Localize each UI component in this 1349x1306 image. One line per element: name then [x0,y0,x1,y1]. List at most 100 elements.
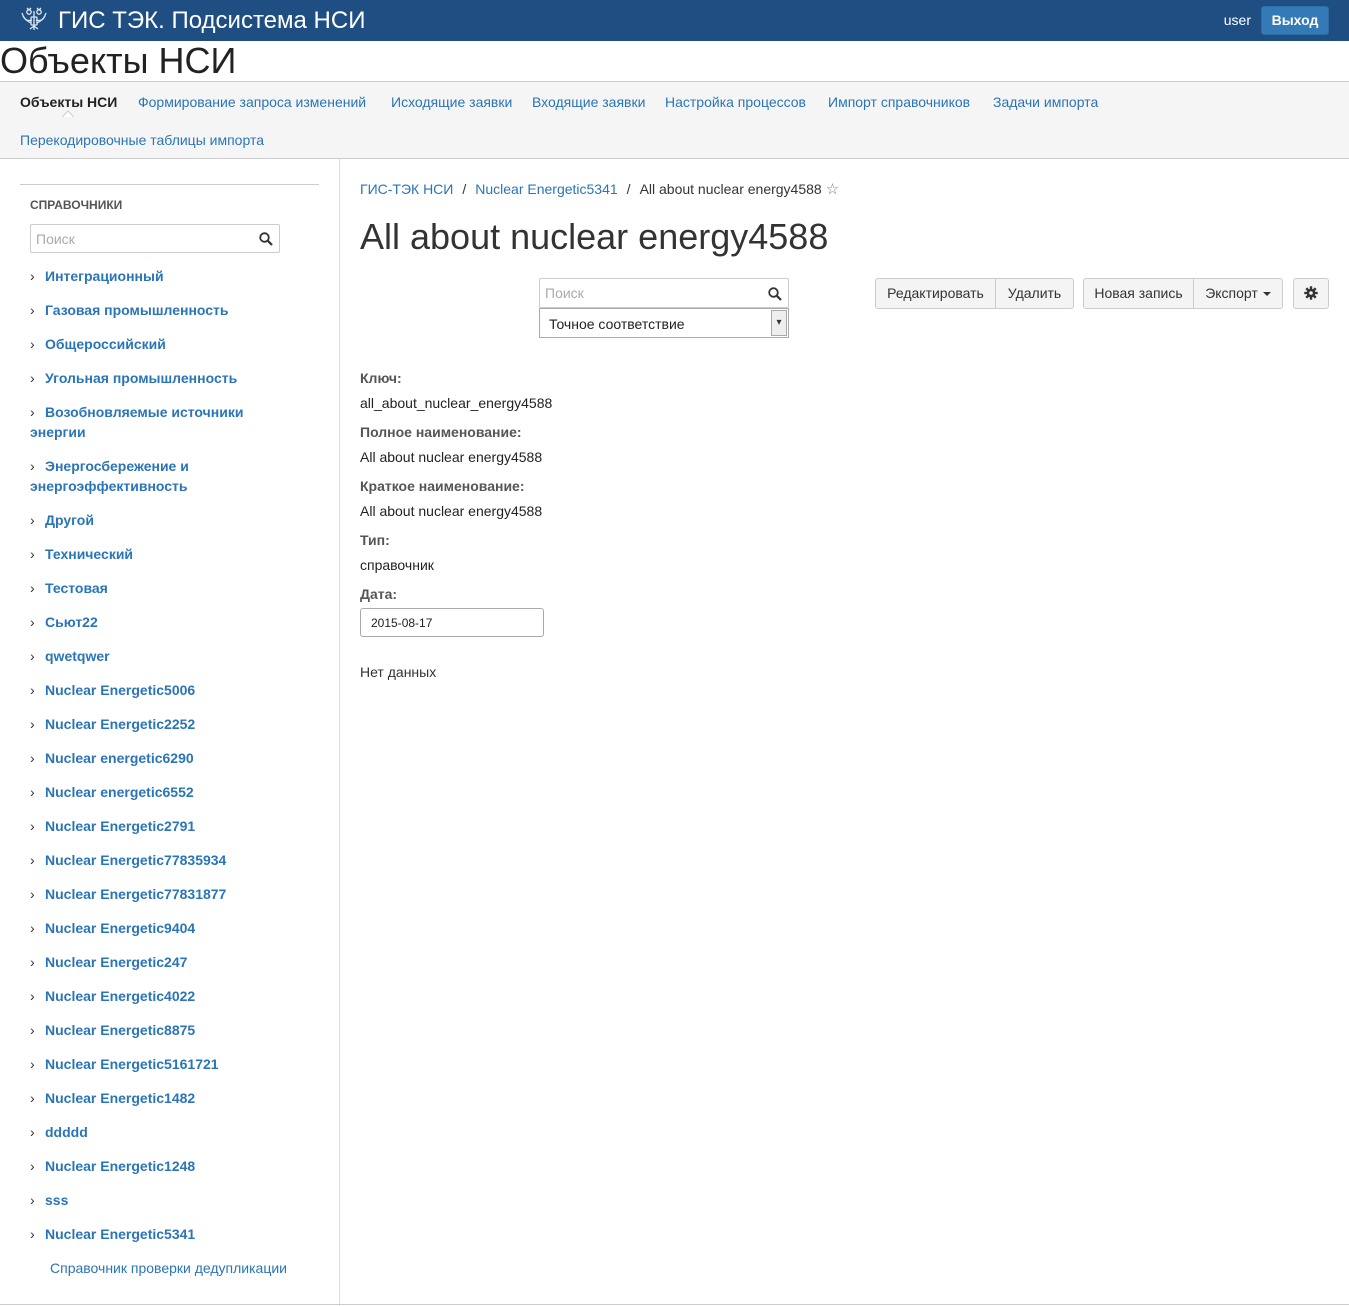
sidebar-item-other[interactable]: › Другой [30,510,320,530]
chevron-right-icon: › [30,1056,35,1072]
chevron-right-icon: › [30,580,35,596]
chevron-right-icon: › [30,750,35,766]
active-tab-caret-icon [62,110,74,117]
no-data-message: Нет данных [360,664,437,680]
sidebar-item-nuclear-energetic4022[interactable]: › Nuclear Energetic4022 [30,986,320,1006]
sidebar-item-label: Возобновляемые источники энергии [30,404,244,440]
chevron-right-icon: › [30,988,35,1004]
sidebar-section-title: СПРАВОЧНИКИ [30,198,123,212]
match-mode-select[interactable]: Точное соответствие ▾ [539,308,789,338]
breadcrumb: ГИС-ТЭК НСИ / Nuclear Energetic5341 / All ab… [360,181,839,198]
sidebar-item-nuclear-energetic2791[interactable]: › Nuclear Energetic2791 [30,816,320,836]
logout-button[interactable]: Выход [1261,6,1329,35]
chevron-right-icon: › [30,682,35,698]
chevron-right-icon: › [30,268,35,284]
sidebar-item-nuclear-energetic9404[interactable]: › Nuclear Energetic9404 [30,918,320,938]
breadcrumb-separator: / [462,181,467,197]
sidebar-item-label: Nuclear energetic6552 [45,784,194,800]
date-input[interactable] [361,609,543,636]
sidebar-item-nuclear-energetic1482[interactable]: › Nuclear Energetic1482 [30,1088,320,1108]
search-icon[interactable] [768,287,782,301]
sidebar-item-label: Nuclear Energetic5341 [45,1226,196,1242]
search-icon[interactable] [259,232,273,246]
nav-item-recoding-tables[interactable]: Перекодировочные таблицы импорта [20,132,264,148]
app-title: ГИС ТЭК. Подсистема НСИ [58,7,366,34]
sidebar-item-label: Nuclear Energetic5006 [45,682,196,698]
type-label: Тип: [360,532,390,548]
sidebar-item-coal-industry[interactable]: › Угольная промышленность [30,368,320,388]
sidebar-item-label: Nuclear Energetic77831877 [45,886,227,902]
records-search-field [539,278,789,308]
sidebar-item-label: Угольная промышленность [45,370,238,386]
caret-down-icon [1262,292,1271,297]
export-dropdown-button[interactable]: Экспорт [1194,278,1283,309]
export-button-label: Экспорт [1205,285,1258,301]
settings-button[interactable] [1293,278,1329,309]
sidebar-item-gas-industry[interactable]: › Газовая промышленность [30,300,320,320]
breadcrumb-separator: / [626,181,631,197]
short-name-label: Краткое наименование: [360,478,525,494]
chevron-right-icon: › [30,954,35,970]
nav-item-nsi-objects[interactable]: Объекты НСИ [20,94,117,110]
sidebar-item-dedup-check[interactable]: Справочник проверки дедупликации [50,1258,287,1278]
sidebar-item-nuclear-energetic77835934[interactable]: › Nuclear Energetic77835934 [30,850,320,870]
key-label: Ключ: [360,370,402,386]
delete-button[interactable]: Удалить [996,278,1074,309]
sidebar-item-label: Nuclear Energetic9404 [45,920,196,936]
sidebar-item-all-russian[interactable]: › Общероссийский [30,334,320,354]
sidebar-item-integration[interactable]: › Интеграционный [30,266,320,286]
nav-item-dictionary-import[interactable]: Импорт справочников [828,94,970,110]
sidebar-item-renewable-sources[interactable]: › Возобновляемые источники энергии [30,402,270,442]
records-search-input[interactable] [540,279,788,307]
star-icon[interactable]: ☆ [826,181,839,198]
sidebar-item-sss[interactable]: › sss [30,1190,320,1210]
sidebar-item-label: sss [45,1192,69,1208]
chevron-right-icon: › [30,716,35,732]
sidebar-item-qwetqwer[interactable]: › qwetqwer [30,646,320,666]
sidebar-item-nuclear-energetic2252[interactable]: › Nuclear Energetic2252 [30,714,320,734]
nav-item-outgoing-requests[interactable]: Исходящие заявки [391,94,512,110]
sidebar-item-nuclear-energetic8875[interactable]: › Nuclear Energetic8875 [30,1020,320,1040]
full-name-value: All about nuclear energy4588 [360,449,543,465]
sidebar-item-ddddd[interactable]: › ddddd [30,1122,320,1142]
sidebar-item-label: Nuclear Energetic77835934 [45,852,227,868]
sidebar-item-nuclear-energetic6552[interactable]: › Nuclear energetic6552 [30,782,320,802]
sidebar-item-nuclear-energetic5341[interactable]: › Nuclear Energetic5341 [30,1224,320,1244]
chevron-right-icon: › [30,512,35,528]
sidebar-item-suite22[interactable]: › Сьют22 [30,612,320,632]
sidebar-item-label: Общероссийский [45,336,166,352]
gear-icon [1304,286,1318,300]
breadcrumb-parent-link[interactable]: Nuclear Energetic5341 [475,181,617,197]
breadcrumb-root-link[interactable]: ГИС-ТЭК НСИ [360,181,453,197]
sidebar-item-technical[interactable]: › Технический [30,544,320,564]
top-bar: ГИС ТЭК. Подсистема НСИ user Выход [0,0,1349,41]
entity-title: All about nuclear energy4588 [360,216,829,257]
sidebar-item-nuclear-energetic6290[interactable]: › Nuclear energetic6290 [30,748,320,768]
nav-item-incoming-requests[interactable]: Входящие заявки [532,94,645,110]
chevron-right-icon: › [30,648,35,664]
sidebar: СПРАВОЧНИКИ › Интеграционный › Газовая про… [0,159,340,1306]
chevron-right-icon: › [30,1192,35,1208]
sidebar-item-nuclear-energetic5161721[interactable]: › Nuclear Energetic5161721 [30,1054,320,1074]
nav-item-import-tasks[interactable]: Задачи импорта [993,94,1098,110]
sidebar-item-nuclear-energetic5006[interactable]: › Nuclear Energetic5006 [30,680,320,700]
sidebar-item-nuclear-energetic77831877[interactable]: › Nuclear Energetic77831877 [30,884,320,904]
edit-button[interactable]: Редактировать [875,278,996,309]
main-nav: Объекты НСИ Формирование запроса изменен… [0,82,1349,159]
sidebar-item-nuclear-energetic1248[interactable]: › Nuclear Energetic1248 [30,1156,320,1176]
sidebar-item-nuclear-energetic247[interactable]: › Nuclear Energetic247 [30,952,320,972]
sidebar-search-input[interactable] [31,225,279,252]
chevron-right-icon: › [30,546,35,562]
nav-item-process-settings[interactable]: Настройка процессов [665,94,806,110]
sidebar-item-label: Другой [45,512,94,528]
sidebar-divider [20,184,319,185]
sidebar-item-energy-efficiency[interactable]: › Энергосбережение и энергоэффективность [30,456,230,496]
sidebar-item-label: Интеграционный [45,268,164,284]
nav-item-change-request[interactable]: Формирование запроса изменений [138,94,366,110]
sidebar-item-test[interactable]: › Тестовая [30,578,320,598]
new-record-button[interactable]: Новая запись [1083,278,1194,309]
chevron-right-icon: › [30,1158,35,1174]
sidebar-item-label: Тестовая [45,580,108,596]
date-field [360,608,544,637]
sidebar-item-label: Технический [45,546,134,562]
